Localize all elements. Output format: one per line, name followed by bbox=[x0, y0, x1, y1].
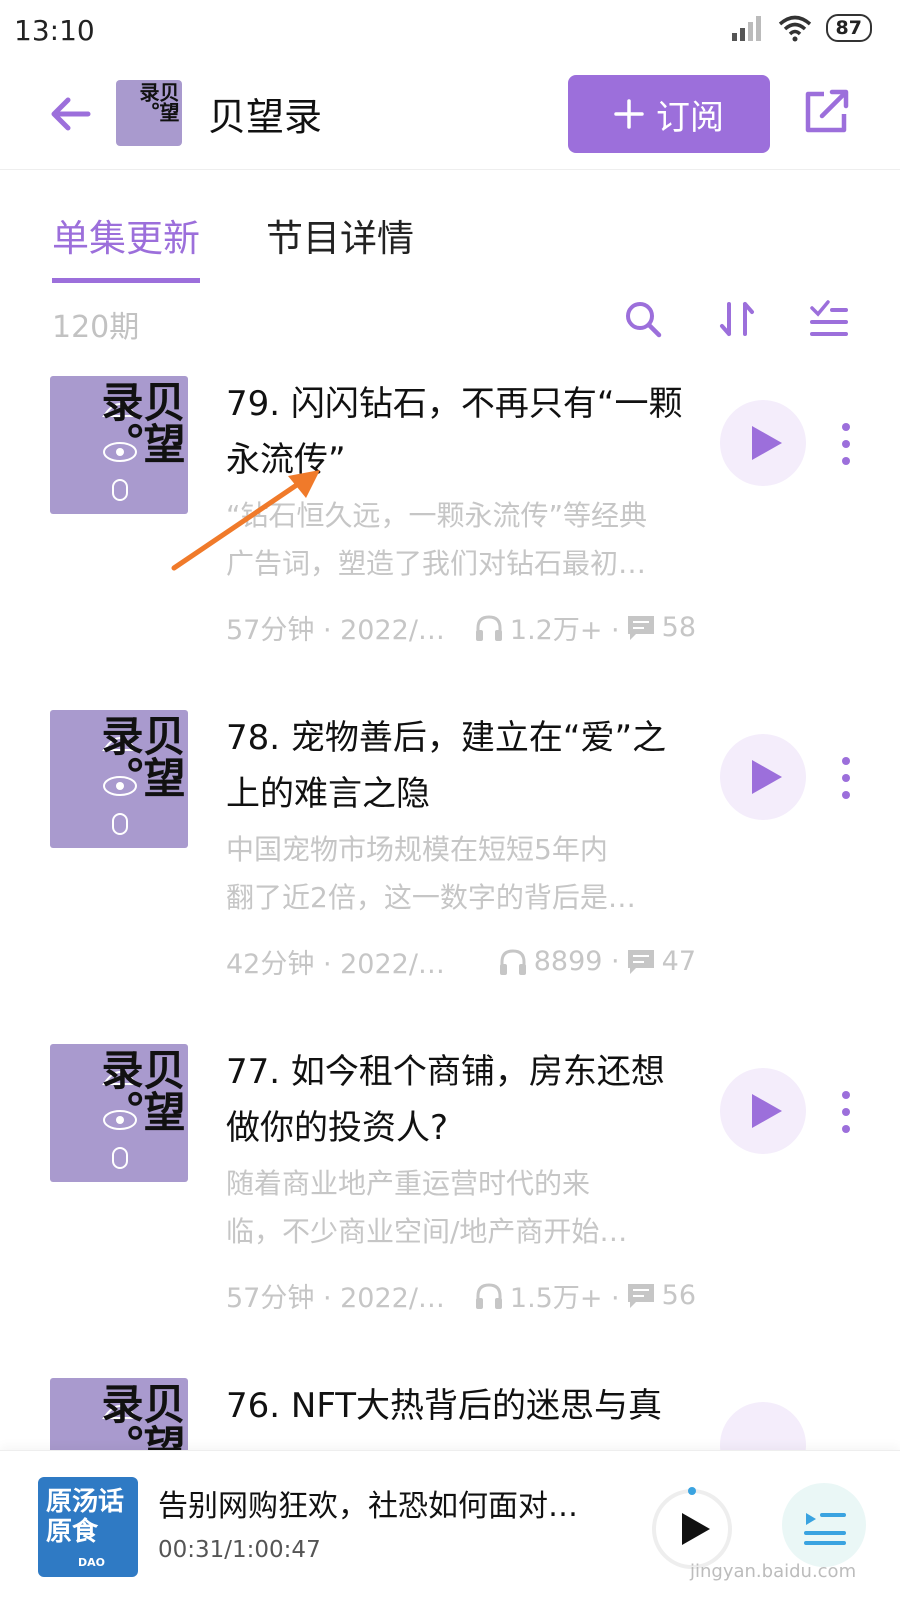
subscribe-button[interactable]: 订阅 bbox=[568, 75, 770, 153]
plus-icon bbox=[614, 99, 644, 129]
comment-icon bbox=[627, 615, 654, 640]
tab-bar: 单集更新 节目详情 bbox=[52, 208, 414, 283]
more-options-icon[interactable] bbox=[840, 756, 852, 800]
header: 贝望录。 贝望录 订阅 bbox=[0, 64, 900, 170]
playlist-button[interactable] bbox=[782, 1483, 866, 1567]
play-button[interactable] bbox=[720, 1402, 806, 1450]
play-icon bbox=[752, 1094, 782, 1128]
comment-icon bbox=[627, 949, 654, 974]
play-count: 1.2万+ · bbox=[509, 615, 620, 646]
search-icon[interactable] bbox=[622, 298, 664, 340]
thumbnail-text: 贝望录。 bbox=[136, 82, 180, 122]
play-button[interactable] bbox=[720, 400, 806, 486]
play-button[interactable] bbox=[720, 1068, 806, 1154]
headphones-icon bbox=[475, 614, 502, 641]
annotation-arrow-icon bbox=[171, 470, 320, 571]
tab-details[interactable]: 节目详情 bbox=[266, 208, 414, 283]
podcast-thumbnail: 贝望录。 bbox=[116, 80, 182, 146]
episode-item[interactable]: 贝望录。 76. NFT大热背后的迷思与真 bbox=[0, 1378, 900, 1450]
episode-cover: 贝望录。 bbox=[50, 376, 188, 514]
back-arrow-icon[interactable] bbox=[46, 90, 94, 138]
episode-cover: 贝望录。 bbox=[50, 710, 188, 848]
episode-stats: 1.2万+ · 58 bbox=[474, 608, 696, 647]
episode-item[interactable]: 贝望录。 77. 如今租个商铺，房东还想做你的投资人? 随着商业地产重运营时代的… bbox=[0, 1044, 900, 1384]
play-count: 8899 · bbox=[533, 946, 620, 977]
podcast-title: 贝望录 bbox=[208, 95, 323, 139]
filter-list-icon[interactable] bbox=[808, 298, 850, 340]
playback-time: 00:31/1:00:47 bbox=[158, 1537, 321, 1563]
episode-meta: 42分钟 · 2022/0… 8899 · 47 bbox=[226, 942, 696, 981]
episode-title[interactable]: 78. 宠物善后，建立在“爱”之上的难言之隐 bbox=[226, 710, 696, 822]
play-icon bbox=[752, 426, 782, 460]
comment-count: 58 bbox=[661, 612, 696, 643]
episode-cover: 贝望录。 bbox=[50, 1378, 188, 1450]
episode-cover: 贝望录。 bbox=[50, 1044, 188, 1182]
status-icons: 87 bbox=[730, 14, 872, 42]
episode-description: 中国宠物市场规模在短短5年内 翻了近2倍，这一数字的背后是… bbox=[226, 826, 696, 922]
episode-title[interactable]: 77. 如今租个商铺，房东还想做你的投资人? bbox=[226, 1044, 696, 1156]
cover-small-text: DAO bbox=[78, 1556, 105, 1569]
more-options-icon[interactable] bbox=[840, 422, 852, 466]
duration-date: 57分钟 · 2022/… bbox=[226, 1283, 445, 1314]
status-time: 13:10 bbox=[14, 14, 95, 47]
episode-item[interactable]: 贝望录。 79. 闪闪钻石，不再只有“一颗永流传” “钻石恒久远，一颗永流传”等… bbox=[0, 376, 900, 716]
comment-count: 56 bbox=[661, 1280, 696, 1311]
sort-icon[interactable] bbox=[716, 298, 758, 340]
tab-episodes[interactable]: 单集更新 bbox=[52, 208, 200, 283]
cover-text: 贝望录。 bbox=[95, 1048, 186, 1132]
now-playing-cover: 原汤话原食 DAO bbox=[38, 1477, 138, 1577]
episode-meta: 57分钟 · 2022/… 1.5万+ · 56 bbox=[226, 1276, 696, 1315]
playlist-icon bbox=[804, 1513, 846, 1545]
episode-stats: 1.5万+ · 56 bbox=[474, 1276, 696, 1315]
episode-title[interactable]: 76. NFT大热背后的迷思与真 bbox=[226, 1378, 706, 1434]
wifi-icon bbox=[778, 15, 811, 42]
player-play-button[interactable] bbox=[650, 1487, 734, 1571]
watermark: jingyan.baidu.com bbox=[690, 1561, 857, 1582]
duration-date: 42分钟 · 2022/0… bbox=[226, 949, 446, 980]
more-options-icon[interactable] bbox=[840, 1090, 852, 1134]
cover-text: 贝望录。 bbox=[95, 1382, 186, 1450]
now-playing-title: 告别网购狂欢，社恐如何面对… bbox=[158, 1489, 578, 1524]
episode-count: 120期 bbox=[52, 310, 140, 345]
episode-stats: 8899 · 47 bbox=[498, 946, 696, 977]
episode-description: 随着商业地产重运营时代的来 临，不少商业空间/地产商开始… bbox=[226, 1160, 696, 1256]
description-line: 临，不少商业空间/地产商开始… bbox=[226, 1215, 628, 1248]
play-button[interactable] bbox=[720, 734, 806, 820]
episode-meta: 57分钟 · 2022/… 1.2万+ · 58 bbox=[226, 608, 696, 647]
duration-date: 57分钟 · 2022/… bbox=[226, 615, 445, 646]
headphones-icon bbox=[499, 948, 526, 975]
play-count: 1.5万+ · bbox=[509, 1283, 620, 1314]
status-bar: 13:10 87 bbox=[0, 0, 900, 64]
mini-player[interactable]: 原汤话原食 DAO 告别网购狂欢，社恐如何面对… 00:31/1:00:47 j… bbox=[0, 1450, 900, 1600]
battery-indicator: 87 bbox=[825, 14, 872, 42]
comment-icon bbox=[627, 1283, 654, 1308]
signal-icon bbox=[731, 16, 761, 41]
cover-text: 贝望录。 bbox=[95, 714, 186, 798]
play-icon bbox=[752, 760, 782, 794]
share-icon[interactable] bbox=[802, 86, 852, 136]
description-line: 随着商业地产重运营时代的来 bbox=[226, 1167, 591, 1200]
headphones-icon bbox=[475, 1282, 502, 1309]
description-line: 翻了近2倍，这一数字的背后是… bbox=[226, 881, 636, 914]
description-line: 中国宠物市场规模在短短5年内 bbox=[226, 833, 608, 866]
subscribe-label: 订阅 bbox=[656, 97, 724, 138]
comment-count: 47 bbox=[661, 946, 696, 977]
cover-title: 原汤话原食 bbox=[46, 1487, 125, 1547]
episode-item[interactable]: 贝望录。 78. 宠物善后，建立在“爱”之上的难言之隐 中国宠物市场规模在短短5… bbox=[0, 710, 900, 1050]
